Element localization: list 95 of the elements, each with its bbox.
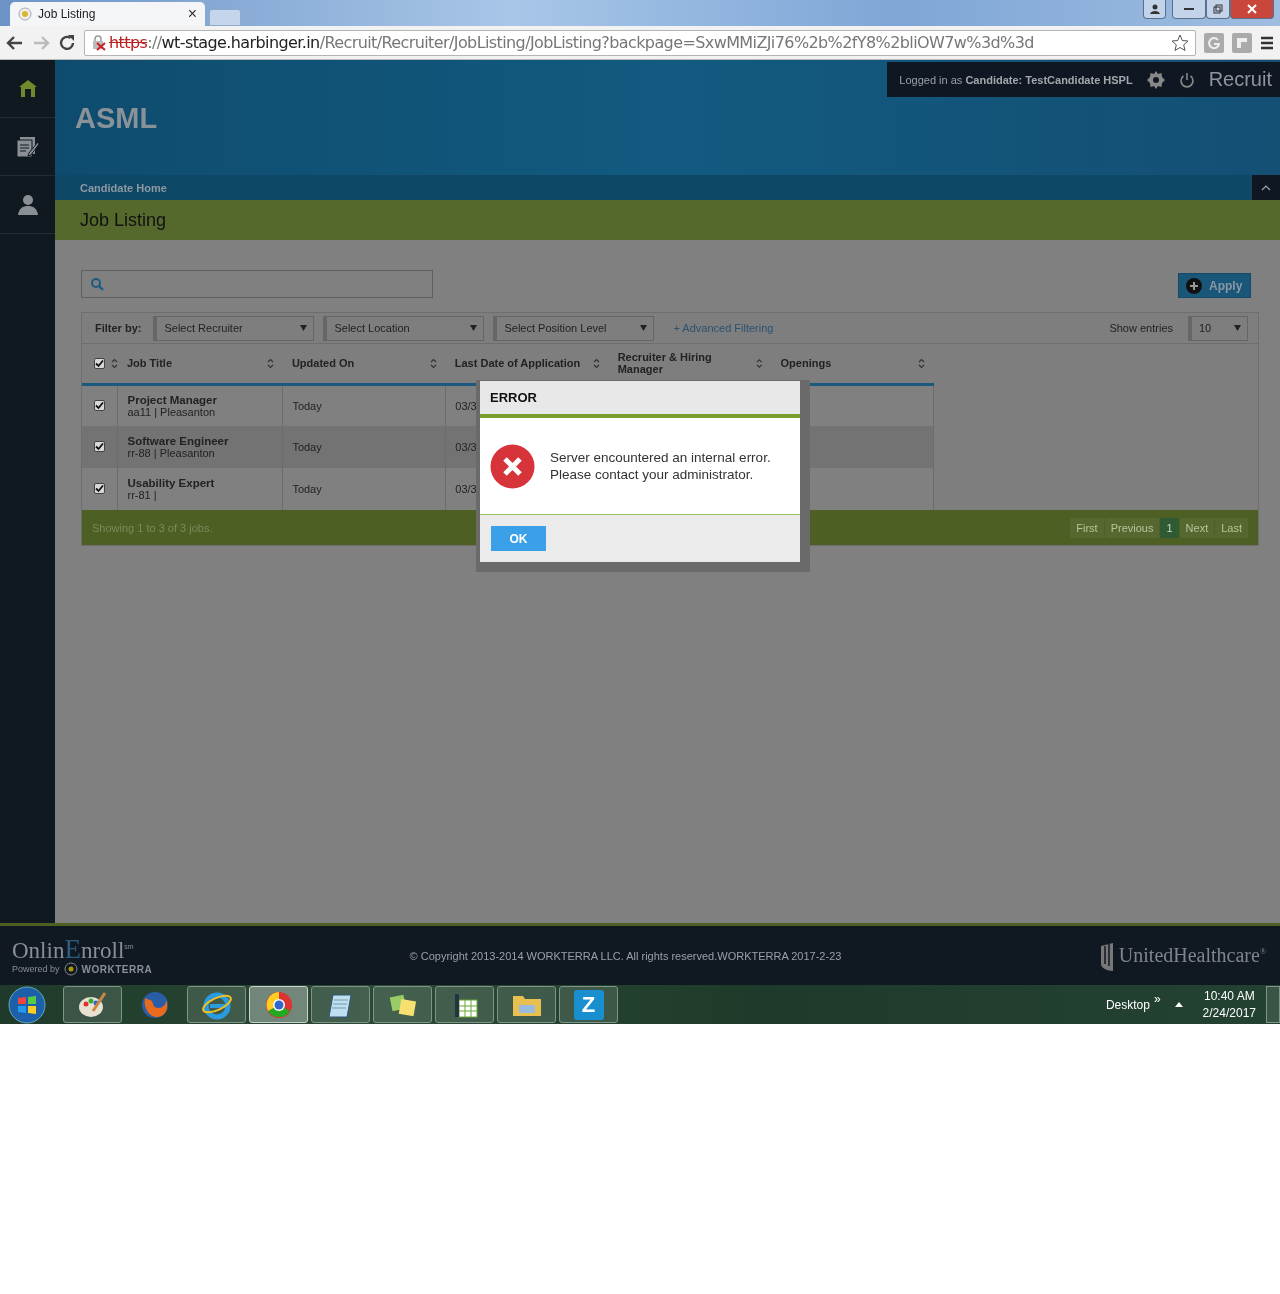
notes-icon	[15, 135, 40, 158]
minimize-button[interactable]	[1172, 0, 1206, 19]
menu-icon[interactable]	[1260, 35, 1274, 50]
table-cell: 03/3	[455, 441, 477, 453]
close-tab-button[interactable]: ×	[187, 5, 197, 23]
show-desktop-button[interactable]	[1266, 986, 1280, 1023]
error-message: Server encountered an internal error. Please contact your administrator.	[550, 449, 771, 483]
sort-icon	[266, 357, 274, 369]
favicon-icon	[18, 7, 32, 21]
breadcrumb-link[interactable]: Candidate Home	[80, 181, 167, 194]
taskbar-app-button[interactable]	[373, 986, 432, 1023]
person-icon	[16, 193, 39, 216]
apply-button[interactable]: Apply	[1178, 273, 1251, 298]
reload-button[interactable]	[58, 33, 76, 52]
chrome-icon	[263, 989, 294, 1020]
filter-dropdown[interactable]: Select Recruiter	[153, 315, 315, 341]
caret-icon	[470, 325, 478, 331]
filter-dropdown[interactable]: Select Position Level	[493, 315, 655, 341]
sort-icon	[429, 357, 437, 369]
bookmark-star-icon[interactable]	[1171, 33, 1189, 52]
address-bar[interactable]: https://wt-stage.harbinger.in/Recruit/Recruiter/JobListing/JobListing?backpage=SxwMMiZJi76%2b%2fY8%2bliOW7w%3d%3d	[84, 29, 1196, 56]
brand-title: ASML	[75, 102, 158, 135]
error-icon	[490, 443, 535, 489]
select-all-checkbox[interactable]	[94, 357, 105, 369]
caret-icon	[640, 325, 648, 331]
column-header[interactable]: Last Date of Application	[454, 357, 581, 370]
profile-button[interactable]	[1143, 0, 1166, 19]
entries-dropdown[interactable]: 10	[1188, 315, 1248, 341]
pagination-button[interactable]: Next	[1179, 517, 1215, 538]
restore-icon	[1213, 4, 1223, 14]
table-cell: Today	[292, 399, 322, 412]
pagination-button[interactable]: Previous	[1104, 517, 1160, 538]
job-code-location: rr-81 |	[127, 489, 158, 501]
filter-dropdown[interactable]: Select Location	[323, 315, 485, 341]
row-checkbox[interactable]	[94, 483, 105, 494]
pagination-button[interactable]: 1	[1160, 517, 1179, 538]
power-icon[interactable]	[1178, 71, 1195, 88]
pagination-button[interactable]: First	[1070, 517, 1104, 538]
tab-title: Job Listing	[38, 7, 97, 21]
column-header[interactable]: Job Title	[127, 357, 172, 370]
back-button[interactable]	[6, 33, 24, 52]
desktop-toolbar-button[interactable]: Desktop »	[1099, 997, 1167, 1012]
sort-icon	[111, 357, 118, 369]
row-checkbox[interactable]	[94, 399, 105, 411]
column-header[interactable]: Openings	[780, 357, 832, 370]
caret-icon	[300, 325, 308, 331]
start-button[interactable]	[6, 985, 48, 1024]
chevron-up-icon	[1261, 184, 1271, 191]
dialog-title: ERROR	[490, 390, 537, 405]
filter-label: Filter by:	[95, 322, 142, 334]
advanced-filtering-link[interactable]: + Advanced Filtering	[673, 322, 774, 334]
close-icon	[1247, 4, 1257, 14]
browser-tab[interactable]: Job Listing ×	[10, 2, 205, 26]
taskbar-app-button[interactable]	[63, 986, 122, 1023]
tray-expand-icon[interactable]	[1174, 1002, 1183, 1007]
search-field[interactable]	[81, 270, 433, 298]
table-cell: 03/3	[455, 483, 477, 495]
logged-in-text: Logged in as Candidate: TestCandidate HSPL	[899, 73, 1133, 86]
plus-circle-icon	[1186, 277, 1202, 294]
row-checkbox[interactable]	[94, 441, 105, 452]
minimize-icon	[1184, 7, 1194, 11]
job-title-link[interactable]: Software Engineer	[127, 435, 274, 447]
show-entries-label: Show entries	[1109, 322, 1173, 334]
job-code-location: rr-88 | Pleasanton	[127, 447, 216, 459]
table-cell: Today	[292, 441, 322, 453]
search-icon	[91, 277, 104, 291]
app-name: Recruit	[1208, 68, 1272, 91]
sort-icon	[755, 357, 763, 369]
palette-icon	[77, 990, 108, 1019]
job-title-link[interactable]: Project Manager	[127, 393, 274, 406]
system-clock[interactable]: 10:40 AM 2/24/2017	[1202, 987, 1256, 1022]
taskbar-app-button[interactable]	[435, 986, 494, 1023]
taskbar-app-button[interactable]	[311, 986, 370, 1023]
settings-icon[interactable]	[1146, 70, 1165, 89]
fox-globe-icon	[139, 989, 170, 1020]
column-header[interactable]: Updated On	[291, 357, 355, 370]
ok-button[interactable]: OK	[491, 526, 546, 551]
onlinenroll-logo: OnlinEnroll$^{sm}$ Powered by WORKTERRA	[12, 934, 153, 977]
sort-icon	[917, 357, 925, 369]
column-header[interactable]: Recruiter & Hiring Manager	[617, 351, 752, 376]
sort-icon	[592, 357, 600, 369]
copyright-text: © Copyright 2013-2014 WORKTERRA LLC. All rights reserved.WORKTERRA 2017-2-23	[409, 949, 842, 962]
page-title: Job Listing	[80, 209, 167, 231]
taskbar-app-button[interactable]: Z	[559, 986, 618, 1023]
caret-icon	[1234, 325, 1241, 331]
person-icon	[1149, 4, 1160, 14]
table-cell: 03/3	[455, 399, 477, 412]
restore-button[interactable]	[1206, 0, 1230, 19]
home-icon	[17, 78, 38, 99]
table-cell: Today	[292, 483, 322, 495]
pagination-button[interactable]: Last	[1215, 517, 1248, 538]
close-window-button[interactable]	[1230, 0, 1274, 19]
unitedhealthcare-logo: UnitedHealthcare$^{®}$	[1098, 939, 1266, 972]
job-code-location: aa11 | Pleasanton	[127, 405, 216, 418]
job-title-link[interactable]: Usability Expert	[127, 477, 274, 489]
